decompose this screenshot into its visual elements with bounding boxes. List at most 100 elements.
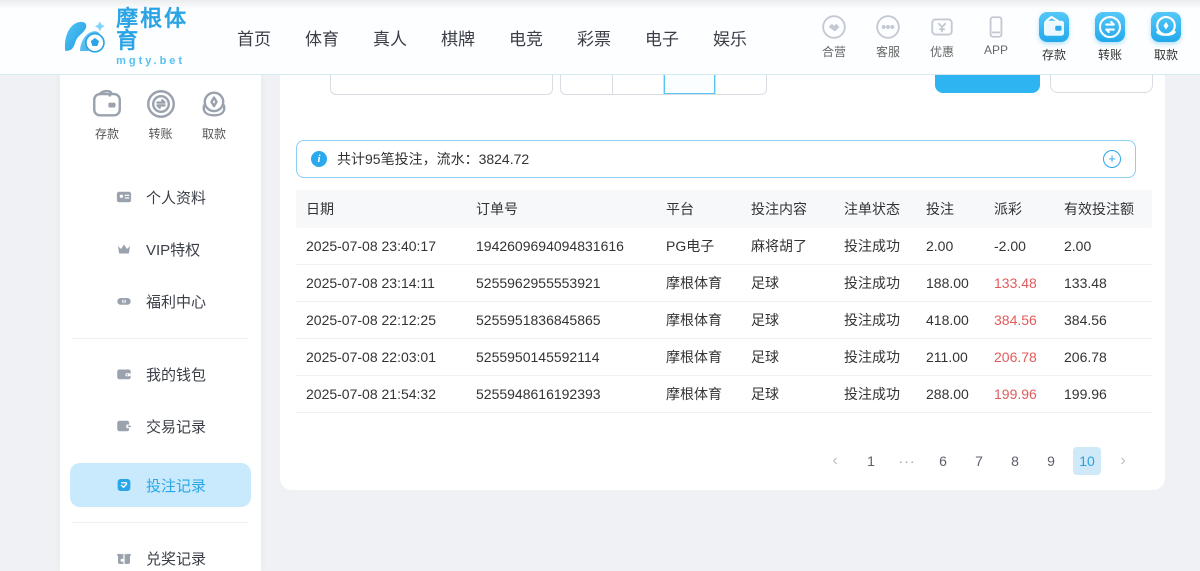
column-header-5: 注单状态 bbox=[834, 199, 916, 219]
cell-date: 2025-07-08 22:12:25 bbox=[296, 312, 466, 328]
wallet-action-label: 取款 bbox=[1154, 46, 1178, 63]
cell-payout: 206.78 bbox=[984, 349, 1054, 365]
column-header-6: 投注 bbox=[916, 199, 984, 219]
profile-card-icon bbox=[115, 188, 133, 206]
bet-record-icon bbox=[115, 476, 133, 494]
sidebar-item-benefit-coin[interactable]: 福利中心 bbox=[70, 286, 251, 316]
cell-bet-amount: 288.00 bbox=[916, 386, 984, 402]
nav-item-4[interactable]: 棋牌 bbox=[441, 25, 475, 50]
header-action-app-phone[interactable]: APP bbox=[977, 14, 1015, 60]
bet-records-table: 日期订单号平台投注内容注单状态投注派彩有效投注额 2025-07-08 23:4… bbox=[296, 190, 1152, 413]
wallet-actions: 存款 转账 取款 bbox=[1033, 12, 1187, 63]
column-header-8: 有效投注额 bbox=[1054, 199, 1152, 219]
nav-item-2[interactable]: 体育 bbox=[305, 25, 339, 50]
sidebar-item-transaction-record[interactable]: 交易记录 bbox=[70, 411, 251, 441]
promo-yuan-icon bbox=[929, 14, 955, 40]
cell-content: 足球 bbox=[741, 347, 834, 367]
cell-date: 2025-07-08 23:14:11 bbox=[296, 275, 466, 291]
sidebar-item-crown[interactable]: VIP特权 bbox=[70, 234, 251, 264]
cell-bet-amount: 2.00 bbox=[916, 238, 984, 254]
sidebar-item-label: 我的钱包 bbox=[146, 364, 206, 385]
sidebar-item-bet-record[interactable]: 投注记录 bbox=[70, 463, 251, 507]
sidebar-quick-deposit[interactable]: 存款 bbox=[90, 87, 124, 142]
cell-platform: 摩根体育 bbox=[656, 310, 741, 330]
column-header-4: 投注内容 bbox=[741, 199, 834, 219]
top-header: 摩根体育 mgty.bet 首页 体育 真人 棋牌 电竞 彩票 电子 娱乐 合营 客服优惠 APP… bbox=[0, 0, 1200, 75]
cell-bet-amount: 188.00 bbox=[916, 275, 984, 291]
sidebar-quick-transfer[interactable]: 转账 bbox=[144, 87, 178, 142]
transfer-icon bbox=[1095, 12, 1125, 42]
sidebar-item-label: 兑奖记录 bbox=[146, 548, 206, 569]
column-header-2: 订单号 bbox=[466, 199, 656, 219]
expand-plus-icon[interactable]: + bbox=[1103, 150, 1121, 168]
nav-item-6[interactable]: 彩票 bbox=[577, 25, 611, 50]
header-action-label: 合营 bbox=[822, 43, 846, 60]
cell-content: 足球 bbox=[741, 310, 834, 330]
cell-platform: PG电子 bbox=[656, 236, 741, 256]
quick-action-label: 转账 bbox=[148, 125, 172, 142]
transaction-record-icon bbox=[115, 417, 133, 435]
pagination-ellipsis: ··· bbox=[893, 447, 921, 475]
crown-icon bbox=[115, 240, 133, 258]
cell-content: 足球 bbox=[741, 273, 834, 293]
cell-content: 足球 bbox=[741, 384, 834, 404]
nav-item-3[interactable]: 真人 bbox=[373, 25, 407, 50]
sidebar-quick-withdraw[interactable]: 取款 bbox=[197, 87, 231, 142]
wallet-action-withdraw[interactable]: 取款 bbox=[1145, 12, 1187, 63]
table-row: 2025-07-08 23:40:171942609694094831616PG… bbox=[296, 228, 1152, 265]
cell-bet-amount: 211.00 bbox=[916, 349, 984, 365]
sidebar-item-wallet[interactable]: 我的钱包 bbox=[70, 359, 251, 389]
pagination-page-7[interactable]: 7 bbox=[965, 447, 993, 475]
nav-item-5[interactable]: 电竞 bbox=[509, 25, 543, 50]
brand-name: 摩根体育 bbox=[116, 8, 195, 52]
app-phone-icon bbox=[983, 14, 1009, 40]
pagination-prev[interactable]: ‹ bbox=[821, 447, 849, 475]
nav-item-8[interactable]: 娱乐 bbox=[713, 25, 747, 50]
quick-action-label: 存款 bbox=[95, 125, 119, 142]
pagination-page-10[interactable]: 10 bbox=[1073, 447, 1101, 475]
pagination-page-6[interactable]: 6 bbox=[929, 447, 957, 475]
brand-domain: mgty.bet bbox=[116, 55, 195, 67]
table-row: 2025-07-08 21:54:325255948616192393摩根体育足… bbox=[296, 376, 1152, 413]
brand-logo[interactable]: 摩根体育 mgty.bet bbox=[62, 8, 195, 67]
wallet-action-transfer[interactable]: 转账 bbox=[1089, 12, 1131, 63]
cell-order-number: 1942609694094831616 bbox=[466, 238, 656, 254]
cell-status: 投注成功 bbox=[834, 310, 916, 330]
pagination-next[interactable]: › bbox=[1109, 447, 1137, 475]
cell-valid-amount: 133.48 bbox=[1054, 275, 1152, 291]
cell-content: 麻将胡了 bbox=[741, 236, 834, 256]
column-header-1: 日期 bbox=[296, 199, 466, 219]
cell-status: 投注成功 bbox=[834, 273, 916, 293]
withdraw-outline-icon bbox=[197, 87, 231, 121]
sidebar-item-profile-card[interactable]: 个人资料 bbox=[70, 182, 251, 212]
pagination-page-1[interactable]: 1 bbox=[857, 447, 885, 475]
header-action-label: 优惠 bbox=[930, 43, 954, 60]
partnership-icon bbox=[821, 14, 847, 40]
header-action-partnership[interactable]: 合营 bbox=[815, 14, 853, 60]
cell-status: 投注成功 bbox=[834, 384, 916, 404]
column-header-7: 派彩 bbox=[984, 199, 1054, 219]
wallet-icon bbox=[115, 365, 133, 383]
cell-order-number: 5255962955553921 bbox=[466, 275, 656, 291]
header-action-support-chat[interactable]: 客服 bbox=[869, 14, 907, 60]
sidebar-item-label: VIP特权 bbox=[146, 239, 200, 260]
cell-payout: -2.00 bbox=[984, 238, 1054, 254]
sidebar-quick-actions: 存款 转账 取款 bbox=[60, 75, 261, 142]
sidebar-item-label: 个人资料 bbox=[146, 187, 206, 208]
pagination-page-8[interactable]: 8 bbox=[1001, 447, 1029, 475]
cell-valid-amount: 2.00 bbox=[1054, 238, 1152, 254]
cell-order-number: 5255951836845865 bbox=[466, 312, 656, 328]
summary-bar: i 共计95笔投注，流水：3824.72 + bbox=[296, 140, 1136, 178]
wallet-action-label: 转账 bbox=[1098, 46, 1122, 63]
wallet-action-deposit[interactable]: 存款 bbox=[1033, 12, 1075, 63]
nav-item-1[interactable]: 首页 bbox=[237, 25, 271, 50]
nav-item-7[interactable]: 电子 bbox=[645, 25, 679, 50]
pagination: ‹ 1 ··· 6789 10 › bbox=[821, 447, 1137, 475]
sidebar-item-prize-record[interactable]: 兑奖记录 bbox=[70, 543, 251, 571]
cell-payout: 384.56 bbox=[984, 312, 1054, 328]
wallet-action-label: 存款 bbox=[1042, 46, 1066, 63]
deposit-outline-icon bbox=[90, 87, 124, 121]
brand-logo-icon bbox=[62, 14, 108, 60]
pagination-page-9[interactable]: 9 bbox=[1037, 447, 1065, 475]
header-action-promo-yuan[interactable]: 优惠 bbox=[923, 14, 961, 60]
